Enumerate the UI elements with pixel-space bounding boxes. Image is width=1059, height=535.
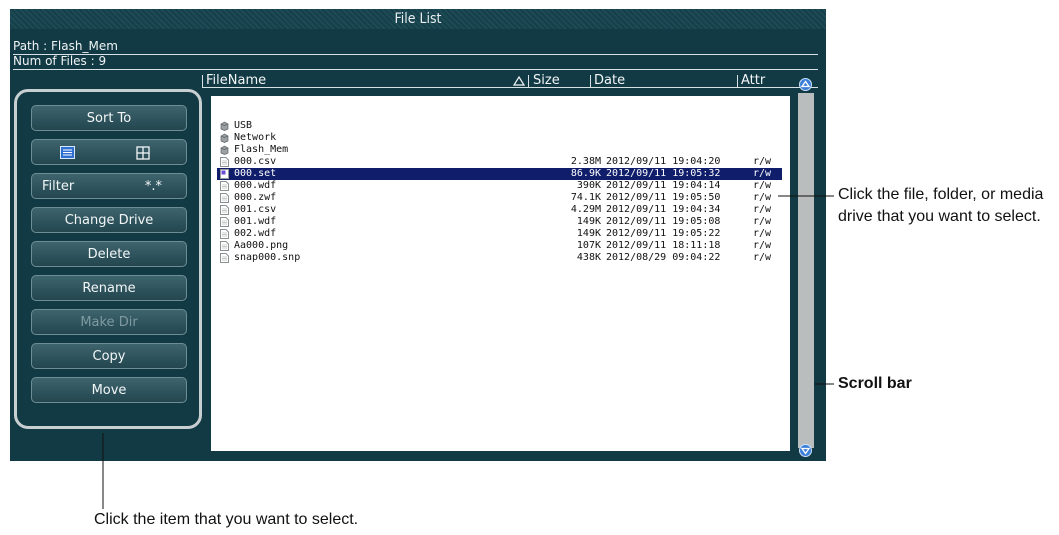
scroll-bar-annotation: Scroll bar — [838, 375, 912, 392]
item-select-annotation: Click the item that you want to select. — [94, 511, 359, 528]
file-select-annotation: Click the file, folder, or media drive t… — [838, 186, 1044, 225]
callout-lines — [102, 195, 834, 509]
